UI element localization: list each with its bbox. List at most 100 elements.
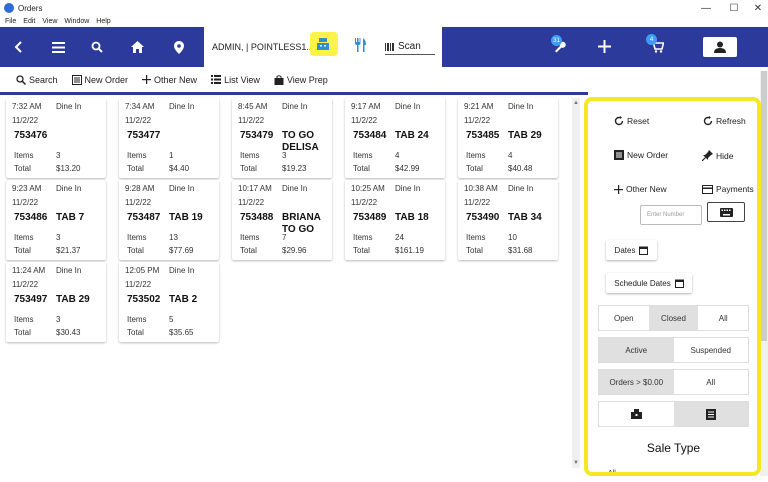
order-total: $77.69 <box>169 246 194 255</box>
total-label: Total <box>240 164 257 173</box>
order-card[interactable]: 11:24 AM Dine In 11/2/22 753497 TAB 29 I… <box>6 262 106 342</box>
menu-button[interactable] <box>47 37 69 57</box>
sale-type-all[interactable]: All <box>608 470 616 477</box>
order-card[interactable]: 9:23 AM Dine In 11/2/22 753486 TAB 7 Ite… <box>6 180 106 260</box>
order-total: $29.96 <box>282 246 307 255</box>
register-button[interactable] <box>316 37 330 53</box>
filter-all-amount[interactable]: All <box>674 370 749 394</box>
order-number-input[interactable]: Enter Number <box>640 205 702 225</box>
reset-button[interactable]: Reset <box>614 116 649 126</box>
user-icon <box>714 41 726 53</box>
tools-button[interactable]: 31 <box>551 35 566 56</box>
panel-scroll-thumb[interactable] <box>761 71 767 341</box>
search-button[interactable]: Search <box>16 75 58 85</box>
order-total: $35.65 <box>169 328 194 337</box>
schedule-dates-button[interactable]: Schedule Dates <box>606 273 692 293</box>
add-button[interactable] <box>598 40 611 55</box>
panel-new-order-button[interactable]: New Order <box>614 150 668 160</box>
scan-field[interactable]: Scan <box>385 39 435 55</box>
refresh-button[interactable]: Refresh <box>703 116 746 126</box>
dine-in-button[interactable] <box>354 38 366 54</box>
payments-button[interactable]: Payments <box>702 184 754 194</box>
items-count: 10 <box>508 233 517 242</box>
order-card[interactable]: 8:45 AM Dine In 11/2/22 753479 TO GO DEL… <box>232 98 332 178</box>
order-card[interactable]: 12:05 PM Dine In 11/2/22 753502 TAB 2 It… <box>119 262 219 342</box>
filter-open[interactable]: Open <box>599 306 649 330</box>
plus-icon <box>614 184 623 194</box>
orders-scrollbar[interactable]: ▲ ▼ <box>572 98 580 468</box>
total-label: Total <box>466 164 483 173</box>
panel-other-new-button[interactable]: Other New <box>614 184 667 194</box>
order-card[interactable]: 10:38 AM Dine In 11/2/22 753490 TAB 34 I… <box>458 180 558 260</box>
menu-view[interactable]: View <box>42 18 57 25</box>
filter-orders-over-zero[interactable]: Orders > $0.00 <box>599 370 674 394</box>
minimize-button[interactable]: — <box>692 0 720 16</box>
items-label: Items <box>127 151 147 160</box>
scroll-up-icon[interactable]: ▲ <box>573 100 579 106</box>
cart-button[interactable]: 4 <box>646 34 665 55</box>
menu-window[interactable]: Window <box>64 18 89 25</box>
filter-closed[interactable]: Closed <box>648 306 699 330</box>
window-title: Orders <box>18 3 43 13</box>
order-card[interactable]: 9:17 AM Dine In 11/2/22 753484 TAB 24 It… <box>345 98 445 178</box>
order-card[interactable]: 9:28 AM Dine In 11/2/22 753487 TAB 19 It… <box>119 180 219 260</box>
items-count: 4 <box>395 151 400 160</box>
order-tab-name: TAB 24 <box>395 130 429 141</box>
other-new-button[interactable]: Other New <box>142 75 197 85</box>
hide-button[interactable]: Hide <box>702 150 733 161</box>
filter-active[interactable]: Active <box>599 338 674 362</box>
orders-grid: 7:32 AM Dine In 11/2/22 753476 Items 3 T… <box>4 98 574 468</box>
items-count: 7 <box>282 233 287 242</box>
close-button[interactable]: ✕ <box>744 0 768 16</box>
receipt-view-button[interactable] <box>673 402 748 426</box>
menu-file[interactable]: File <box>5 18 16 25</box>
menu-edit[interactable]: Edit <box>23 18 35 25</box>
account-button[interactable] <box>703 37 737 57</box>
new-order-button[interactable]: New Order <box>71 74 128 85</box>
home-button[interactable] <box>126 37 148 57</box>
dates-button[interactable]: Dates <box>606 240 657 260</box>
menubar: File Edit View Window Help <box>0 16 768 26</box>
register-view-button[interactable] <box>599 402 674 426</box>
items-label: Items <box>127 315 147 324</box>
items-count: 3 <box>56 151 61 160</box>
search-nav-button[interactable] <box>86 37 108 57</box>
dates-label: Dates <box>614 245 636 255</box>
search-button-label: Search <box>29 74 58 85</box>
calendar-icon <box>674 279 684 288</box>
order-card[interactable]: 9:21 AM Dine In 11/2/22 753485 TAB 29 It… <box>458 98 558 178</box>
total-label: Total <box>127 164 144 173</box>
order-date: 11/2/22 <box>464 116 491 125</box>
total-label: Total <box>14 164 31 173</box>
keyboard-button[interactable] <box>707 202 745 222</box>
order-card[interactable]: 10:17 AM Dine In 11/2/22 753488 BRIANA T… <box>232 180 332 260</box>
order-card[interactable]: 10:25 AM Dine In 11/2/22 753489 TAB 18 I… <box>345 180 445 260</box>
total-label: Total <box>14 328 31 337</box>
location-pin-icon <box>174 40 184 54</box>
order-date: 11/2/22 <box>125 280 152 289</box>
order-total: $4.40 <box>169 164 190 173</box>
order-list-icon <box>614 150 624 160</box>
filter-all-status[interactable]: All <box>698 306 748 330</box>
order-card[interactable]: 7:34 AM Dine In 11/2/22 753477 Items 1 T… <box>119 98 219 178</box>
location-button[interactable] <box>168 37 190 57</box>
order-date: 11/2/22 <box>464 198 491 207</box>
back-button[interactable] <box>8 37 30 57</box>
total-label: Total <box>466 246 483 255</box>
order-date: 11/2/22 <box>125 198 152 207</box>
scroll-down-icon[interactable]: ▼ <box>573 460 579 466</box>
search-icon <box>91 41 103 53</box>
cart-badge: 4 <box>646 34 657 45</box>
view-prep-button[interactable]: View Prep <box>274 75 328 85</box>
order-card[interactable]: 7:32 AM Dine In 11/2/22 753476 Items 3 T… <box>6 98 106 178</box>
panel-scrollbar[interactable] <box>760 71 768 476</box>
order-type: Dine In <box>169 102 195 111</box>
items-count: 1 <box>169 151 174 160</box>
order-tab-name: TAB 34 <box>508 212 542 223</box>
keyboard-icon <box>719 207 733 217</box>
order-date: 11/2/22 <box>351 198 378 207</box>
list-view-button[interactable]: List View <box>211 75 260 85</box>
menu-help[interactable]: Help <box>96 18 110 25</box>
items-count: 3 <box>282 151 287 160</box>
filter-suspended[interactable]: Suspended <box>674 338 749 362</box>
